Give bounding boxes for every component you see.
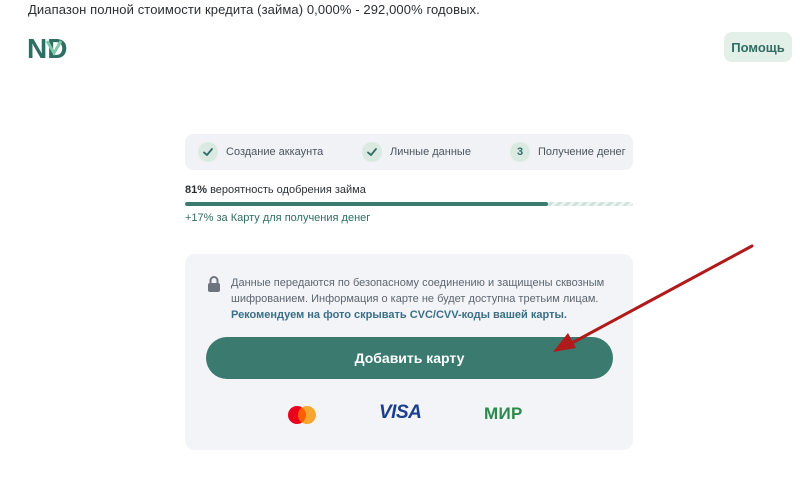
lock-icon [208,276,220,292]
step-personal-data: Личные данные [362,142,471,162]
check-icon [198,142,218,162]
steps-bar: Создание аккаунта Личные данные 3 Получе… [185,134,633,170]
check-icon [362,142,382,162]
approval-progress-fill [185,202,548,206]
mastercard-icon [288,406,316,424]
card-bonus-note: +17% за Карту для получения денег [185,212,371,224]
approval-progress-bar [185,202,633,206]
svg-text:ND: ND [27,33,67,63]
apr-disclaimer: Диапазон полной стоимости кредита (займа… [28,2,480,17]
step-label: Личные данные [390,146,471,158]
mir-logo: МИР [484,404,523,423]
step-label: Получение денег [538,146,626,158]
security-info: Данные передаются по безопасному соедине… [231,277,605,321]
visa-logo: VISA [379,402,422,423]
cvc-recommendation: Рекомендуем на фото скрывать CVC/CVV-код… [231,309,567,321]
add-card-panel: Данные передаются по безопасному соедине… [185,254,633,450]
approval-probability: 81% вероятность одобрения займа [185,184,366,196]
nd-logo-icon[interactable]: ND [27,33,79,63]
help-button[interactable]: Помощь [724,32,792,62]
add-card-button[interactable]: Добавить карту [206,337,613,379]
step-number: 3 [510,142,530,162]
step-label: Создание аккаунта [226,146,324,158]
step-account-created: Создание аккаунта [198,142,323,162]
step-get-money: 3 Получение денег [510,142,626,162]
